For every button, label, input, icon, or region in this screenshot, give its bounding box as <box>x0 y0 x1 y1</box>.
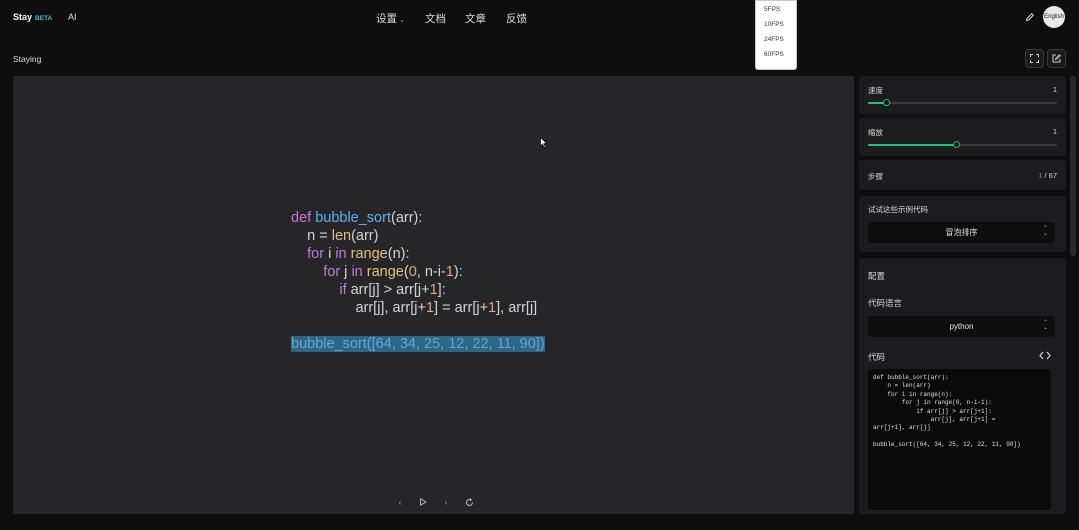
edit-square-icon <box>1052 54 1061 63</box>
step-back-icon[interactable]: ‹ <box>395 497 405 507</box>
steps-panel: 步骤 1 / 67 <box>859 160 1066 190</box>
steps-label: 步骤 <box>868 172 883 181</box>
speed-label: 速度 <box>868 86 883 95</box>
nav-settings[interactable]: 设置 ⌄ <box>376 11 425 26</box>
code-line: def bubble_sort(arr): <box>291 210 423 226</box>
chevron-down-icon: ⌄ <box>399 17 405 24</box>
fps-option[interactable]: 24FPS <box>756 35 796 50</box>
zoom-slider-fill <box>868 144 957 146</box>
visualization-canvas[interactable]: def bubble_sort(arr): n = len(arr) for i… <box>13 76 854 514</box>
zoom-panel: 缩放 1 <box>859 118 1066 156</box>
fps-option[interactable]: 10FPS <box>756 20 796 35</box>
language-button[interactable]: English <box>1043 6 1065 28</box>
main-nav: 设置 ⌄ 文档 文章 反馈 <box>376 11 546 26</box>
example-selected: 冒泡排序 <box>945 228 978 237</box>
play-icon[interactable] <box>418 497 428 507</box>
fullscreen-icon <box>1030 54 1039 63</box>
example-label: 试试这些示例代码 <box>868 205 928 214</box>
zoom-slider[interactable] <box>868 141 1057 148</box>
nav-feedback[interactable]: 反馈 <box>506 11 546 26</box>
updown-chevron-icon: ⌃ ⌄ <box>1042 320 1048 331</box>
code-label: 代码 <box>868 352 886 362</box>
nav-articles[interactable]: 文章 <box>465 11 506 26</box>
speed-panel: 速度 1 <box>859 76 1066 114</box>
steps-current: 1 <box>1038 171 1043 180</box>
config-title: 配置 <box>868 271 886 281</box>
example-panel: 试试这些示例代码 冒泡排序 ⌃ ⌄ <box>859 196 1066 252</box>
scrollbar[interactable] <box>1070 76 1076 256</box>
restart-icon[interactable] <box>464 497 474 507</box>
player-controls: ‹ › <box>395 497 474 507</box>
steps-total: / 67 <box>1044 171 1057 180</box>
code-line: n = len(arr) <box>291 228 379 244</box>
code-line: arr[j], arr[j+1] = arr[j+1], arr[j] <box>291 300 538 316</box>
speed-value: 1 <box>1052 85 1057 94</box>
step-forward-icon[interactable]: › <box>441 497 451 507</box>
speed-slider[interactable] <box>868 99 1057 106</box>
language-selected: python <box>949 322 974 331</box>
code-display: def bubble_sort(arr): n = len(arr) for i… <box>291 209 545 353</box>
example-select[interactable]: 冒泡排序 ⌃ ⌄ <box>868 222 1055 243</box>
fps-dropdown-menu: 5FPS 10FPS 24FPS 60FPS <box>755 0 797 70</box>
brand-logo[interactable]: Stay BETA <box>13 12 52 22</box>
edit-code-button[interactable] <box>1047 49 1066 68</box>
zoom-label: 缩放 <box>868 128 883 137</box>
nav-docs[interactable]: 文档 <box>425 11 465 26</box>
code-line: if arr[j] > arr[j+1]: <box>339 282 446 298</box>
zoom-value: 1 <box>1052 127 1057 136</box>
fps-option[interactable]: 5FPS <box>756 5 796 20</box>
page-title: Staying <box>13 54 42 64</box>
updown-chevron-icon: ⌃ ⌄ <box>1042 226 1048 237</box>
pencil-icon[interactable] <box>1025 12 1035 22</box>
current-line-highlight: bubble_sort([64, 34, 25, 12, 22, 11, 90]… <box>291 336 545 352</box>
code-brackets-icon[interactable] <box>1039 351 1051 360</box>
language-select[interactable]: python ⌃ ⌄ <box>868 316 1055 337</box>
fullscreen-button[interactable] <box>1025 49 1044 68</box>
fps-option[interactable]: 60FPS <box>756 50 796 65</box>
steps-counter: 1 / 67 <box>1038 171 1057 180</box>
code-line: for i in range(n): <box>307 246 410 262</box>
top-bar: Stay BETA AI 设置 ⌄ 文档 文章 反馈 English <box>0 0 1079 36</box>
code-editor[interactable]: def bubble_sort(arr): n = len(arr) for i… <box>868 369 1051 510</box>
language-label: 代码语言 <box>868 298 903 308</box>
code-line: for j in range(0, n-i-1): <box>323 264 463 280</box>
code-line-current: bubble_sort([64, 34, 25, 12, 22, 11, 90]… <box>291 335 545 353</box>
config-panel: 配置 代码语言 python ⌃ ⌄ 代码 def bubble_sort(arr… <box>859 258 1066 514</box>
ai-link[interactable]: AI <box>68 12 77 22</box>
mouse-cursor-icon <box>540 137 548 148</box>
zoom-slider-thumb[interactable] <box>953 141 961 148</box>
nav-settings-label: 设置 <box>376 13 397 25</box>
speed-slider-thumb[interactable] <box>883 99 891 106</box>
brand-name: Stay <box>13 12 33 22</box>
beta-badge: BETA <box>35 15 53 22</box>
